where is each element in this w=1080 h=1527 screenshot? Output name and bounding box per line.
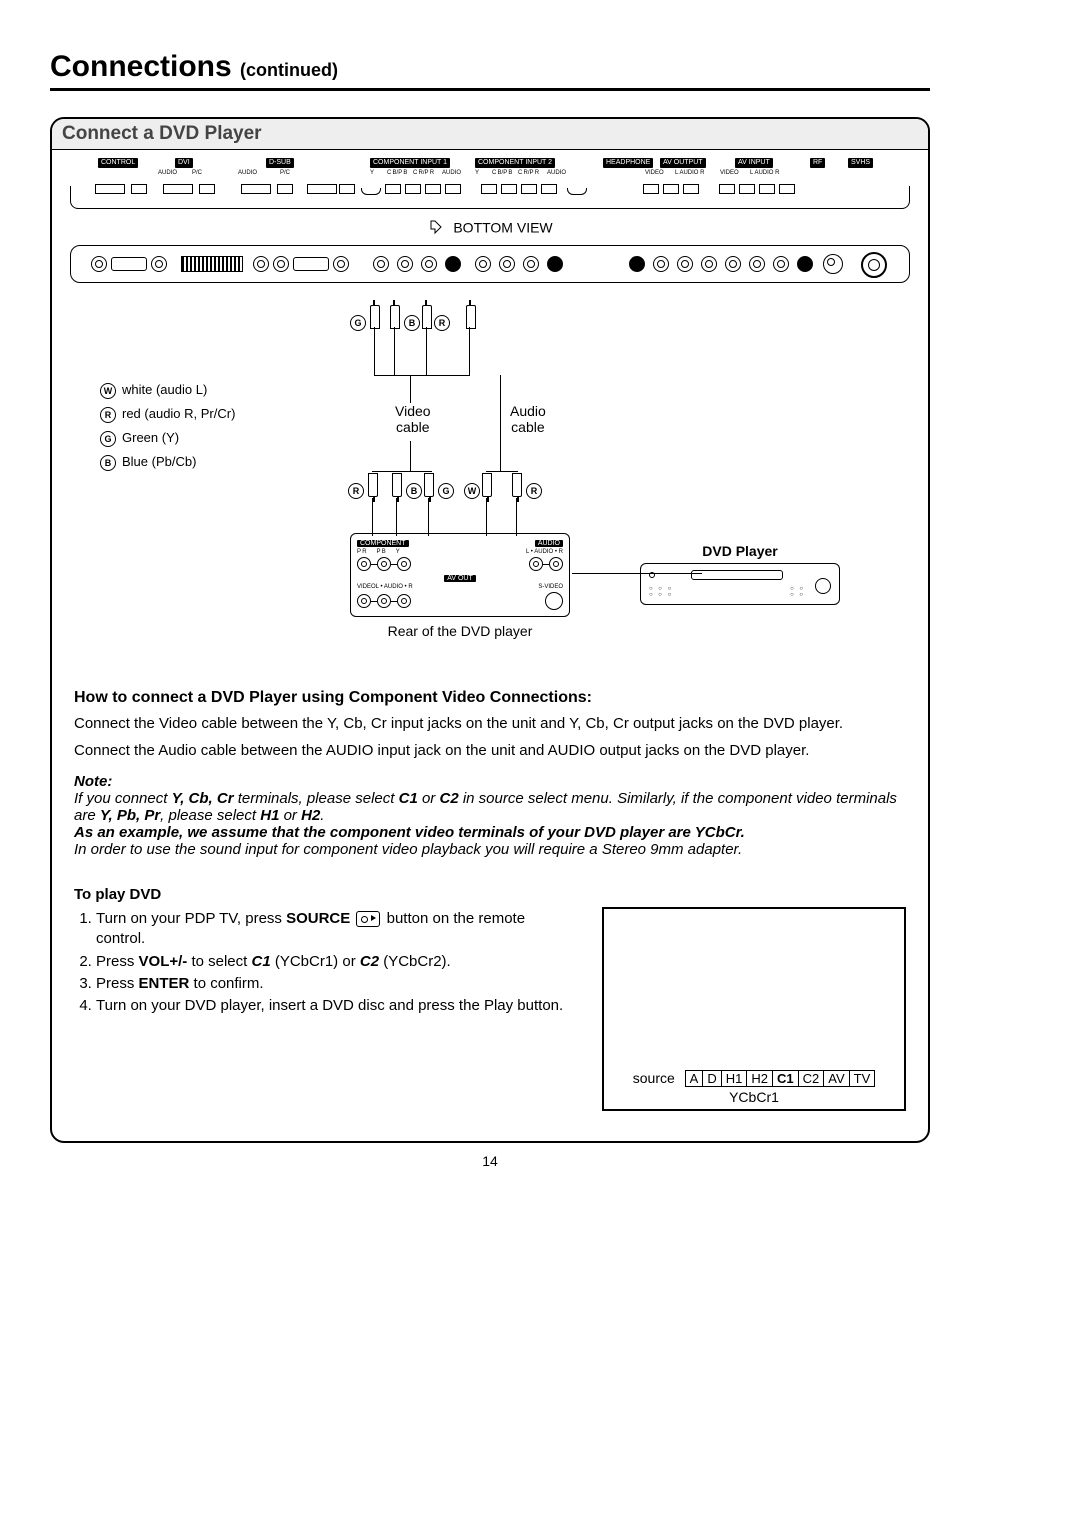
source-cell: H2 — [747, 1071, 773, 1086]
label-audio2: AUDIO — [238, 170, 257, 176]
dvd-player-label: DVD Player — [640, 543, 840, 559]
legend-blue: Blue (Pb/Cb) — [122, 454, 196, 469]
play-step-1: Turn on your PDP TV, press SOURCE button… — [96, 909, 572, 950]
source-cell-selected: C1 — [773, 1071, 799, 1086]
tag-g2: G — [438, 483, 454, 499]
video-cable-label: Video cable — [395, 403, 431, 435]
play-step-4: Turn on your DVD player, insert a DVD di… — [96, 996, 572, 1016]
color-legend: Wwhite (audio L) Rred (audio R, Pr/Cr) G… — [100, 378, 235, 474]
osd-source-line: source A D H1 H2 C1 C2 AV TV — [604, 1070, 904, 1087]
main-panel: Connect a DVD Player CONTROL DVI AUDIO P… — [50, 117, 930, 1143]
rear-audio-label: AUDIO — [535, 540, 563, 547]
howto-p1: Connect the Video cable between the Y, C… — [74, 715, 906, 732]
tag-g: G — [350, 315, 366, 331]
label-pc2: P/C — [280, 170, 290, 176]
play-heading: To play DVD — [74, 886, 906, 903]
tag-r: R — [434, 315, 450, 331]
source-cell: C2 — [799, 1071, 825, 1086]
source-cells: A D H1 H2 C1 C2 AV TV — [685, 1070, 876, 1087]
rca-al-icon — [377, 594, 391, 608]
howto-heading: How to connect a DVD Player using Compon… — [74, 689, 906, 707]
howto-p2: Connect the Audio cable between the AUDI… — [74, 742, 906, 759]
label-audio: AUDIO — [158, 170, 177, 176]
diagram: CONTROL DVI AUDIO P/C D-SUB AUDIO P/C CO… — [52, 150, 928, 663]
rear-caption: Rear of the DVD player — [350, 623, 570, 639]
rca-pb-icon — [377, 557, 391, 571]
tag-b: B — [404, 315, 420, 331]
osd-sub: YCbCr1 — [604, 1089, 904, 1105]
panel-title: Connect a DVD Player — [52, 119, 928, 150]
legend-red: red (audio R, Pr/Cr) — [122, 406, 235, 421]
label-control: CONTROL — [98, 158, 138, 168]
label-comp1: COMPONENT INPUT 1 — [370, 158, 450, 168]
osd-screen: source A D H1 H2 C1 C2 AV TV YCbCr1 — [602, 907, 906, 1111]
label-comp2: COMPONENT INPUT 2 — [475, 158, 555, 168]
rca-video-icon — [357, 594, 371, 608]
label-avin: AV INPUT — [735, 158, 773, 168]
source-cell: D — [703, 1071, 721, 1086]
play-steps: Turn on your PDP TV, press SOURCE button… — [74, 909, 572, 1016]
label-dsub: D-SUB — [266, 158, 294, 168]
page-number: 14 — [50, 1153, 930, 1169]
play-step-3: Press ENTER to confirm. — [96, 974, 572, 994]
rca-y-icon — [397, 557, 411, 571]
tag-r3: R — [526, 483, 542, 499]
label-rf: RF — [810, 158, 825, 168]
note-body: If you connect Y, Cb, Cr terminals, plea… — [74, 790, 906, 858]
source-cell: A — [686, 1071, 704, 1086]
dvd-player-illustration: DVD Player ○ ○ ○○ ○ ○ ○ ○○ ○ — [640, 543, 840, 605]
svideo-icon — [545, 592, 563, 610]
source-cell: H1 — [722, 1071, 748, 1086]
tag-w-icon: W — [100, 383, 116, 399]
cable-diagram: G B R Wwhite (audio L) Rred (audio R, Pr… — [70, 323, 910, 663]
label-dvi: DVI — [175, 158, 193, 168]
label-pc: P/C — [192, 170, 202, 176]
rear-component-label: COMPONENT — [357, 540, 409, 547]
rca-l-icon — [529, 557, 543, 571]
title-rule — [50, 88, 930, 91]
tag-w2: W — [464, 483, 480, 499]
bottom-view-label: BOTTOM VIEW — [70, 219, 910, 239]
rca-r-icon — [549, 557, 563, 571]
source-cell: TV — [850, 1071, 875, 1086]
label-avout: AV OUTPUT — [660, 158, 706, 168]
legend-green: Green (Y) — [122, 430, 179, 445]
legend-white: white (audio L) — [122, 382, 207, 397]
tag-r2: R — [348, 483, 364, 499]
tag-g-icon: G — [100, 431, 116, 447]
label-headphone: HEADPHONE — [603, 158, 653, 168]
top-port-strip — [70, 186, 910, 209]
source-cell: AV — [824, 1071, 849, 1086]
tag-b2: B — [406, 483, 422, 499]
rear-avout-label: AV OUT — [444, 575, 476, 582]
note-heading: Note: — [74, 773, 906, 790]
play-step-2: Press VOL+/- to select C1 (YCbCr1) or C2… — [96, 952, 572, 972]
audio-cable-label: Audio cable — [510, 403, 546, 435]
jack-panel — [70, 245, 910, 283]
rca-pr-icon — [357, 557, 371, 571]
tag-b-icon: B — [100, 455, 116, 471]
top-connector-labels: CONTROL DVI AUDIO P/C D-SUB AUDIO P/C CO… — [70, 158, 910, 186]
page-title: Connections (continued) — [50, 50, 930, 84]
dvd-rear: COMPONENT AUDIO P R P B Y L • AUDIO • R — [350, 533, 570, 639]
instructions: How to connect a DVD Player using Compon… — [52, 663, 928, 1111]
rca-ar-icon — [397, 594, 411, 608]
source-button-icon — [356, 911, 380, 927]
hand-pointer-icon — [427, 219, 447, 239]
tag-r-icon: R — [100, 407, 116, 423]
label-svhs: SVHS — [848, 158, 873, 168]
